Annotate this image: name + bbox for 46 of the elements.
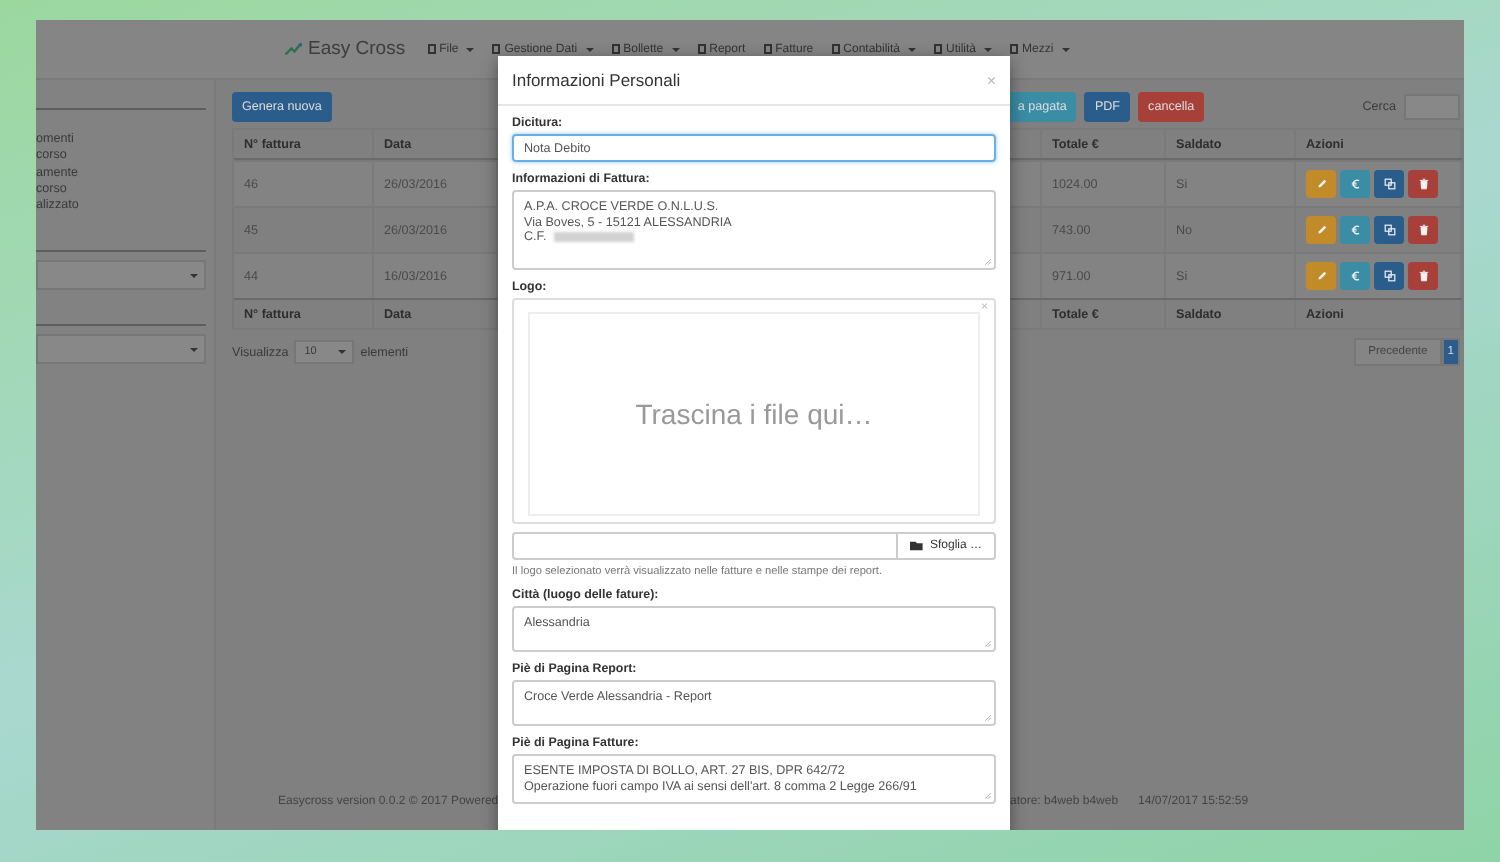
folder-icon: [909, 540, 924, 552]
resize-grip-icon[interactable]: [984, 714, 992, 722]
menu-icon: [611, 44, 620, 54]
trash-icon: [1417, 224, 1429, 236]
menu-icon: [934, 44, 943, 54]
edit-button[interactable]: [1306, 170, 1336, 198]
logo-icon: [284, 41, 302, 57]
copy-icon: [1383, 224, 1395, 236]
caret-icon: [190, 347, 198, 352]
caret-icon: [190, 273, 198, 278]
euro-icon: [1349, 270, 1361, 282]
drop-text: Trascina i file qui…: [635, 398, 873, 430]
payment-button[interactable]: [1340, 170, 1370, 198]
delete-button[interactable]: [1408, 262, 1438, 290]
delete-button[interactable]: [1408, 216, 1438, 244]
resize-grip-icon[interactable]: [984, 792, 992, 801]
copy-icon: [1383, 270, 1395, 282]
delete-button[interactable]: [1408, 170, 1438, 198]
brand-name[interactable]: Easy Cross: [308, 38, 406, 60]
caret-icon: [338, 350, 347, 354]
resize-grip-icon[interactable]: [984, 640, 992, 648]
modal-title: Informazioni Personali: [512, 70, 681, 90]
menu-icon: [427, 44, 436, 54]
trash-icon: [1417, 270, 1429, 282]
file-path-field[interactable]: [512, 532, 896, 560]
payment-button[interactable]: [1340, 262, 1370, 290]
euro-icon: [1349, 224, 1361, 236]
pencil-icon: [1315, 224, 1327, 236]
close-button[interactable]: ×: [986, 71, 996, 89]
resize-grip-icon[interactable]: [984, 258, 992, 266]
copy-button[interactable]: [1374, 170, 1404, 198]
copy-icon: [1383, 178, 1395, 190]
payment-button[interactable]: [1340, 216, 1370, 244]
copy-button[interactable]: [1374, 216, 1404, 244]
pencil-icon: [1315, 178, 1327, 190]
menu-icon: [1010, 44, 1019, 54]
edit-button[interactable]: [1306, 216, 1336, 244]
menu-icon: [492, 44, 501, 54]
pencil-icon: [1315, 270, 1327, 282]
menu-icon: [697, 44, 706, 54]
edit-button[interactable]: [1306, 262, 1336, 290]
copy-button[interactable]: [1374, 262, 1404, 290]
euro-icon: [1349, 178, 1361, 190]
menu-icon: [763, 44, 772, 54]
trash-icon: [1417, 178, 1429, 190]
menu-icon: [831, 44, 840, 54]
